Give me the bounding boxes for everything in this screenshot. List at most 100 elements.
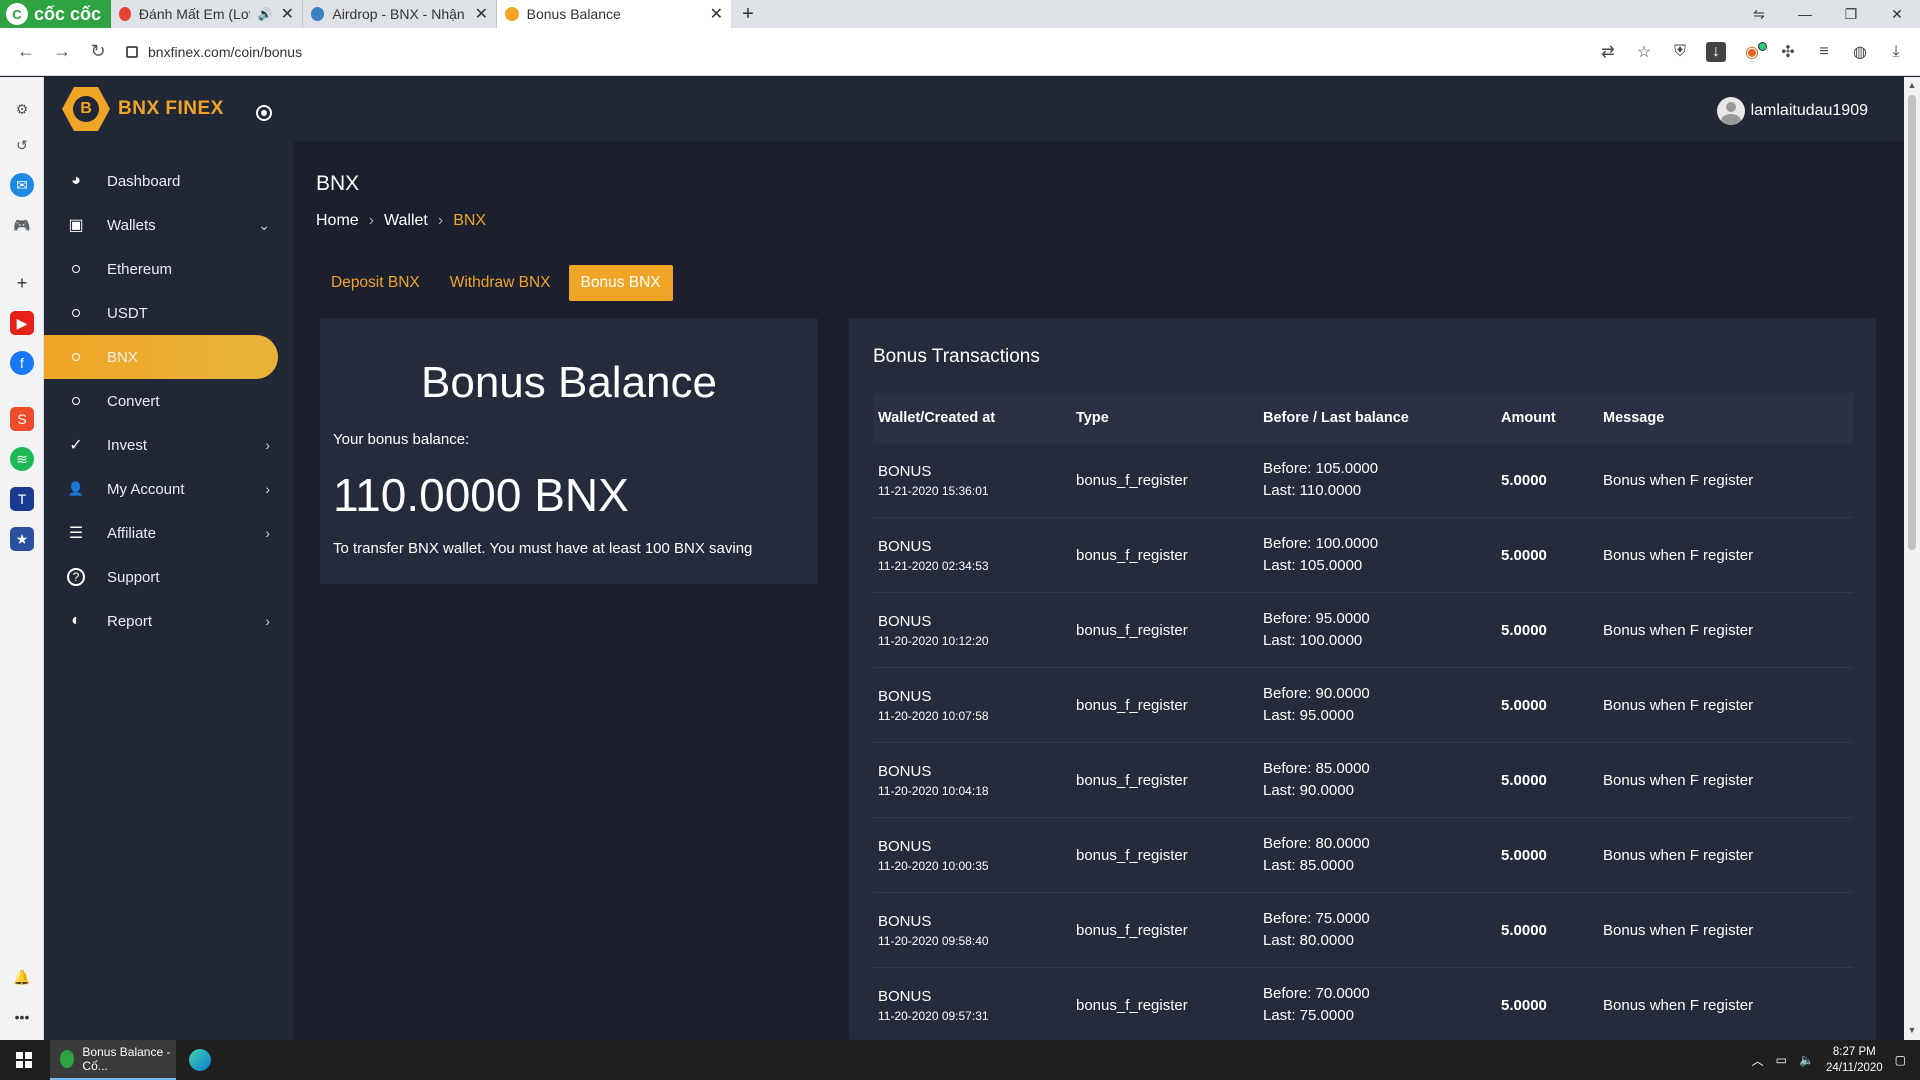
created-at: 11-21-2020 02:34:53 [878, 558, 989, 573]
translate-icon[interactable]: ⇄ [1598, 42, 1618, 62]
sidebar-item-support[interactable]: ? Support [44, 555, 294, 599]
tiki-icon[interactable]: T [10, 487, 34, 511]
cell-balance: Before: 75.0000 Last: 80.0000 [1263, 908, 1501, 952]
action-center-icon[interactable]: ▢ [1895, 1053, 1906, 1067]
app-logo[interactable]: B BNX FINEX [62, 87, 224, 131]
settings-gear-icon[interactable]: ⚙ [10, 97, 34, 121]
column-header: Message [1603, 410, 1665, 426]
bonus-balance-label: Your bonus balance: [333, 431, 470, 448]
chevron-right-icon: › [265, 613, 270, 629]
cell-amount: 5.0000 [1501, 996, 1547, 1014]
messenger-icon[interactable]: ✉ [10, 173, 34, 197]
download-extension-icon[interactable]: ↓ [1706, 41, 1726, 62]
new-tab-button[interactable]: + [731, 0, 765, 28]
shield-extension-icon[interactable]: ⛨ [1670, 42, 1690, 62]
browser-brand: cốc cốc [34, 3, 102, 24]
scroll-down-icon[interactable]: ▼ [1904, 1025, 1920, 1035]
speaker-icon[interactable]: 🔊 [258, 7, 273, 21]
cell-wallet: BONUS 11-21-2020 02:34:53 [873, 538, 1076, 573]
reload-button[interactable]: ↻ [80, 41, 116, 62]
restore-tabs-icon[interactable]: ⇋ [1736, 6, 1782, 23]
browser-tab-bonus[interactable]: Bonus Balance ✕ [497, 0, 731, 28]
browser-tab-airdrop[interactable]: Airdrop - BNX - Nhận 10 BNX ✕ [303, 0, 497, 28]
sidebar-item-usdt[interactable]: USDT [44, 291, 294, 335]
playlist-icon[interactable]: ≡ [1814, 42, 1834, 62]
sidebar-item-label: Report [107, 612, 153, 630]
add-sidebar-app-icon[interactable]: + [10, 271, 34, 295]
puzzle-extension-icon[interactable]: ✣ [1778, 42, 1798, 62]
transactions-title: Bonus Transactions [873, 346, 1040, 367]
game-app-icon[interactable]: ★ [10, 527, 34, 551]
browser-tab-lofi[interactable]: Đánh Mất Em (Lofi Version) 🔊 ✕ [111, 0, 303, 28]
cell-amount: 5.0000 [1501, 771, 1547, 789]
chevron-right-icon: › [265, 525, 270, 541]
sidebar-item-invest[interactable]: ✓ Invest › [44, 423, 294, 467]
breadcrumb: Home › Wallet › BNX [316, 212, 486, 230]
close-tab-icon[interactable]: ✕ [281, 4, 294, 24]
more-dots-icon[interactable]: ••• [10, 1005, 34, 1029]
sidebar-item-wallets[interactable]: ▣ Wallets ⌄ [44, 203, 294, 247]
tab-deposit-bnx[interactable]: Deposit BNX [319, 265, 432, 301]
notification-bell-icon[interactable]: 🔔 [10, 965, 34, 989]
tray-chevron-up-icon[interactable]: ︿ [1752, 1052, 1764, 1069]
sidebar-item-affiliate[interactable]: ☰ Affiliate › [44, 511, 294, 555]
breadcrumb-home[interactable]: Home [316, 212, 359, 230]
youtube-icon[interactable]: ▶ [10, 311, 34, 335]
taskbar-clock[interactable]: 8:27 PM 24/11/2020 [1826, 1044, 1883, 1076]
scroll-thumb[interactable] [1908, 95, 1916, 550]
downloads-icon[interactable]: ⤓ [1886, 42, 1906, 62]
sidebar-item-convert[interactable]: Convert [44, 379, 294, 423]
volume-icon[interactable]: 🔈 [1799, 1053, 1814, 1067]
url-field[interactable]: bnxfinex.com/coin/bonus [126, 44, 302, 60]
taskbar-coccoc-window[interactable]: Bonus Balance - Cố... [50, 1040, 176, 1080]
close-tab-icon[interactable]: ✕ [475, 4, 488, 24]
user-menu[interactable]: lamlaitudau1909 [1716, 97, 1868, 125]
cell-type: bonus_f_register [1076, 996, 1188, 1014]
user-icon: 👤 [67, 481, 85, 496]
minimize-button[interactable]: — [1782, 6, 1828, 22]
spotify-icon[interactable]: ≋ [10, 447, 34, 471]
sidebar-item-report[interactable]: ◐ Report › [44, 599, 294, 643]
shopee-icon[interactable]: S [10, 407, 34, 431]
back-button[interactable]: ← [8, 41, 44, 62]
breadcrumb-wallet[interactable]: Wallet [384, 212, 428, 230]
sidebar-item-bnx[interactable]: BNX [44, 335, 278, 379]
cell-type: bonus_f_register [1076, 471, 1188, 489]
page-scrollbar[interactable]: ▲ ▼ [1904, 77, 1920, 1040]
bnx-hex-logo-icon: B [62, 87, 110, 131]
facebook-icon[interactable]: f [10, 351, 34, 375]
browser-brand-menu[interactable]: C cốc cốc [0, 0, 111, 28]
tab-withdraw-bnx[interactable]: Withdraw BNX [438, 265, 563, 301]
menu-toggle-icon[interactable] [256, 105, 272, 121]
table-row: BONUS 11-20-2020 09:58:40 bonus_f_register… [873, 893, 1853, 968]
history-icon[interactable]: ↺ [10, 133, 34, 157]
table-row: BONUS 11-20-2020 10:07:58 bonus_f_register… [873, 668, 1853, 743]
wallet-icon: ▣ [68, 217, 84, 234]
bnx-favicon-icon [505, 7, 519, 21]
scroll-up-icon[interactable]: ▲ [1904, 80, 1920, 90]
bonus-balance-value: 110.0000 BNX [333, 469, 629, 521]
forward-button[interactable]: → [44, 41, 80, 62]
online-status-dot [1758, 42, 1767, 51]
taskbar-edge[interactable] [176, 1040, 224, 1080]
game-controller-icon[interactable]: 🎮 [10, 213, 34, 237]
close-window-button[interactable]: ✕ [1874, 6, 1920, 23]
network-icon[interactable]: ▭ [1776, 1053, 1787, 1067]
sidebar-item-label: My Account [107, 480, 185, 498]
sidebar-item-my-account[interactable]: 👤 My Account › [44, 467, 294, 511]
sidebar-item-label: Support [107, 568, 160, 586]
profile-icon[interactable]: ◍ [1850, 42, 1870, 62]
sidebar-menu: ◕ Dashboard ▣ Wallets ⌄ Ethereum USDT BN… [44, 159, 294, 643]
sidebar-item-dashboard[interactable]: ◕ Dashboard [44, 159, 294, 203]
sidebar-item-ethereum[interactable]: Ethereum [44, 247, 294, 291]
tab-bonus-bnx[interactable]: Bonus BNX [568, 265, 673, 301]
start-button[interactable] [0, 1052, 48, 1068]
maximize-button[interactable]: ❐ [1828, 6, 1874, 23]
window-controls: ⇋ — ❐ ✕ [1736, 0, 1920, 28]
created-at: 11-20-2020 10:12:20 [878, 633, 989, 648]
table-row: BONUS 11-20-2020 10:12:20 bonus_f_register… [873, 593, 1853, 668]
bookmark-star-icon[interactable]: ☆ [1634, 42, 1654, 62]
close-tab-icon[interactable]: ✕ [710, 4, 723, 24]
cell-type: bonus_f_register [1076, 696, 1188, 714]
chevron-right-icon: › [265, 481, 270, 497]
